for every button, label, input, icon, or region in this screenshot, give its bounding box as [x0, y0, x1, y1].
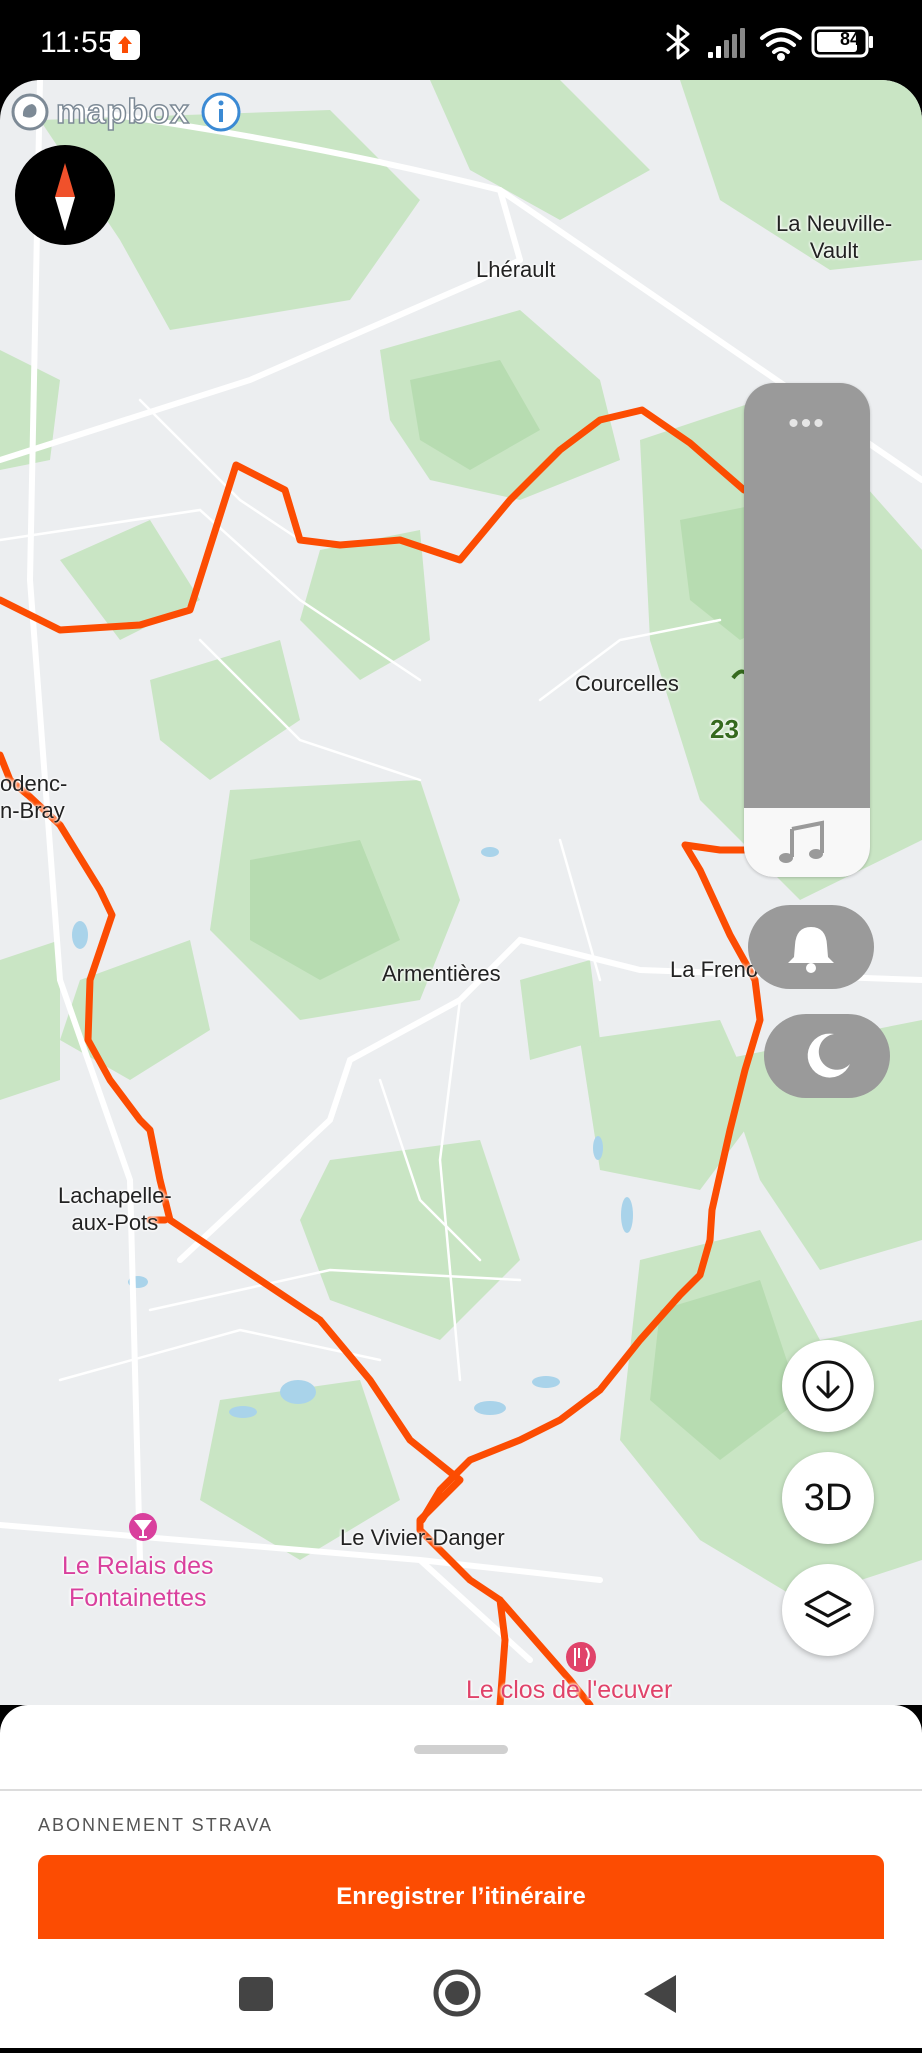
system-nav-bar: [0, 1939, 922, 2048]
bluetooth-icon: [666, 24, 690, 60]
mapbox-attribution[interactable]: mapbox: [10, 92, 243, 132]
info-icon[interactable]: [199, 90, 243, 134]
offline-download-button[interactable]: [782, 1340, 874, 1432]
wifi-icon: [760, 28, 802, 61]
place-label: Lhérault: [476, 257, 556, 282]
recents-button[interactable]: [220, 1959, 292, 2031]
mapbox-wordmark: mapbox: [55, 92, 190, 132]
more-icon[interactable]: •••: [744, 409, 870, 439]
poi-label[interactable]: Le clos de l'ecuver: [466, 1674, 672, 1705]
compass-icon: [55, 163, 75, 231]
place-label: Le Vivier-Danger: [340, 1525, 505, 1550]
night-mode-toggle[interactable]: [764, 1014, 890, 1098]
notification-toggle[interactable]: [748, 905, 874, 989]
map-view[interactable]: mapbox Lhérault La Neuville- Vault Courc…: [0, 80, 922, 1705]
poi-label[interactable]: Le Relais des Fontainettes: [62, 1550, 213, 1614]
place-label: Courcelles: [575, 671, 679, 696]
save-route-button[interactable]: Enregistrer l’itinéraire: [38, 1855, 884, 1939]
3d-toggle-button[interactable]: 3D: [782, 1452, 874, 1544]
compass-button[interactable]: [15, 145, 115, 245]
bar-icon: [129, 1513, 157, 1541]
signal-icon: [708, 28, 745, 58]
restaurant-icon: [566, 1642, 596, 1672]
place-label: Armentières: [382, 961, 501, 986]
mapbox-logo-icon: [11, 93, 49, 131]
download-icon: [802, 1360, 854, 1412]
sheet-divider: [0, 1789, 922, 1791]
place-label: odenc- n-Bray: [0, 771, 68, 823]
sheet-drag-handle[interactable]: [414, 1745, 508, 1754]
place-label: La Neuville- Vault: [776, 211, 893, 263]
media-volume-panel[interactable]: •••: [744, 383, 870, 877]
home-button[interactable]: [421, 1959, 493, 2031]
music-icon: [779, 820, 824, 863]
bell-icon: [788, 927, 834, 973]
route-marker-label: 23: [710, 714, 739, 744]
back-button[interactable]: [624, 1959, 696, 2031]
place-label: Lachapelle- aux-Pots: [58, 1183, 172, 1235]
map-layers-button[interactable]: [782, 1564, 874, 1656]
status-bar: 11:55 84: [0, 0, 922, 80]
bottom-sheet: ABONNEMENT STRAVA Enregistrer l’itinérai…: [0, 1705, 922, 1939]
place-label: La Freno: [670, 957, 759, 982]
battery-level: 84: [839, 29, 860, 49]
layers-icon: [804, 1590, 852, 1628]
map-canvas: [0, 80, 922, 1705]
subscription-label: ABONNEMENT STRAVA: [38, 1815, 274, 1835]
moon-icon: [807, 1033, 850, 1078]
